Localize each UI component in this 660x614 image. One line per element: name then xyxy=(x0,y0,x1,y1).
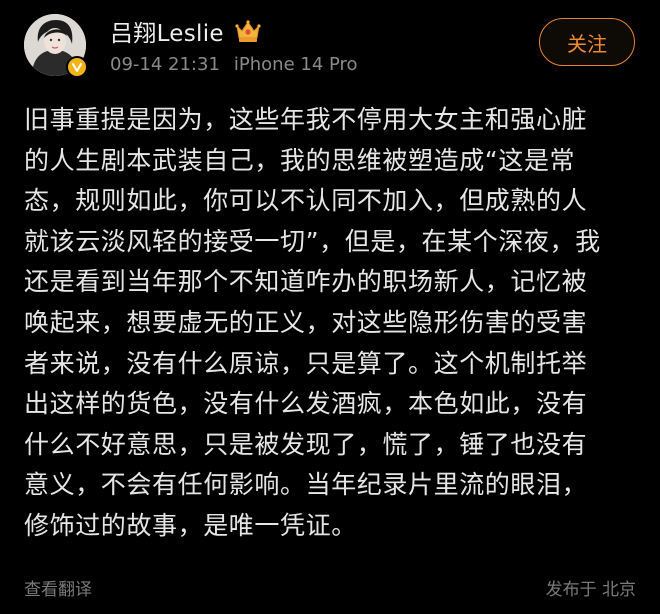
post-time: 09-14 21:31 xyxy=(110,54,220,75)
content-line: 意义，不会有任何影响。当年纪录片里流的眼泪， xyxy=(24,470,588,500)
content-line: 还是看到当年那个不知道咋办的职场新人，记忆被 xyxy=(24,267,588,297)
crown-icon[interactable] xyxy=(234,18,262,44)
verified-badge-icon xyxy=(66,56,88,78)
content-line: 的人生剧本武装自己，我的思维被塑造成“这是常 xyxy=(24,145,576,175)
content-line: 态，规则如此，你可以不认同不加入，但成熟的人 xyxy=(24,186,588,216)
post-content: 旧事重提是因为，这些年我不停用大女主和强心脏 的人生剧本武装自己，我的思维被塑造… xyxy=(24,100,636,547)
content-line: 修饰过的故事，是唯一凭证。 xyxy=(24,510,357,540)
post-meta: 09-14 21:31 iPhone 14 Pro xyxy=(110,54,358,75)
content-line: 就该云淡风轻的接受一切”，但是，在某个深夜，我 xyxy=(24,226,601,256)
content-line: 唤起来，想要虚无的正义，对这些隐形伤害的受害 xyxy=(24,307,588,337)
post-header: 吕翔Leslie 09-14 21:31 iPhone 14 Pro 关注 xyxy=(0,0,660,96)
follow-button[interactable]: 关注 xyxy=(539,18,635,66)
content-line: 者来说，没有什么原谅，只是算了。这个机制托举 xyxy=(24,348,588,378)
content-line: 旧事重提是因为，这些年我不停用大女主和强心脏 xyxy=(24,105,588,134)
translate-link[interactable]: 查看翻译 xyxy=(24,575,92,600)
post-location: 发布于 北京 xyxy=(545,580,636,600)
content-line: 出这样的货色，没有什么发酒疯，本色如此，没有 xyxy=(24,389,588,419)
username-row: 吕翔Leslie xyxy=(110,14,262,48)
username[interactable]: 吕翔Leslie xyxy=(110,14,224,48)
post-device: iPhone 14 Pro xyxy=(233,54,358,75)
content-line: 什么不好意思，只是被发现了，慌了，锤了也没有 xyxy=(24,429,588,459)
